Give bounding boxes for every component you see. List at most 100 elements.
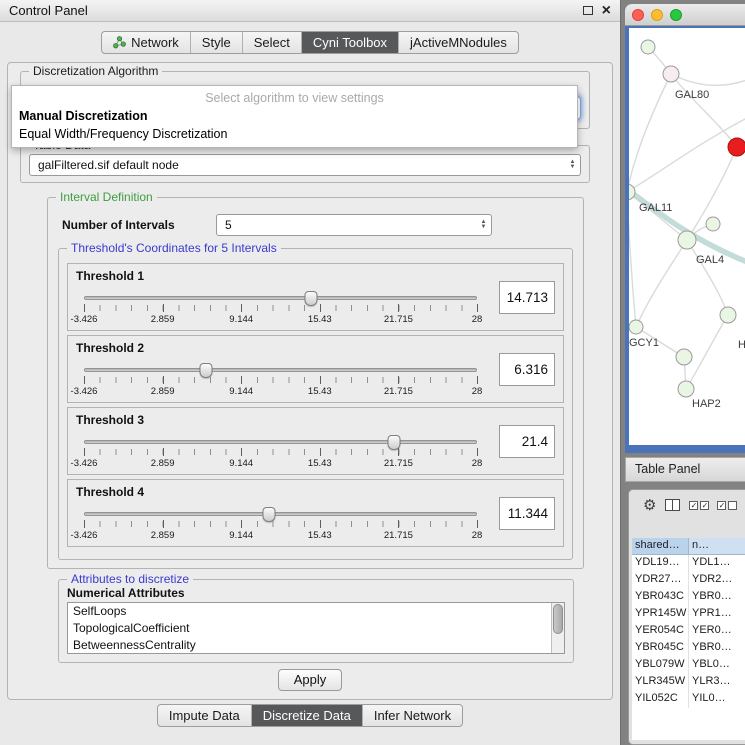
table-panel-title: Table Panel — [635, 462, 700, 476]
dropdown-prompt: Select algorithm to view settings — [12, 88, 577, 107]
mac-minimize-icon[interactable] — [651, 9, 663, 21]
threshold-label: Threshold 4 — [76, 485, 144, 499]
table-row[interactable]: YPR145WYPR1… — [632, 606, 745, 623]
table-toolbar: ⚙ ✓ ✓ ✓ — [629, 490, 745, 520]
tab-jactivemnodules[interactable]: jActiveMNodules — [399, 32, 518, 53]
tab-label: Cyni Toolbox — [313, 35, 387, 50]
table-row[interactable]: YIL052CYIL0… — [632, 691, 745, 708]
number-of-intervals-combobox[interactable]: 5 ▲▼ — [216, 214, 492, 236]
slider-track — [84, 512, 477, 516]
threshold-2-panel: Threshold 2 6.316 -3.426 2.859 9.144 15.… — [67, 335, 564, 403]
tab-label: Impute Data — [169, 708, 240, 723]
network-graph: GAL80 GAL11 GAL4 GCY1 HAP2 H — [629, 28, 745, 445]
slider-track — [84, 368, 477, 372]
tab-infer-network[interactable]: Infer Network — [363, 705, 462, 726]
network-view-window: GAL80 GAL11 GAL4 GCY1 HAP2 H — [625, 4, 745, 453]
number-of-intervals-value: 5 — [217, 218, 476, 232]
tab-network[interactable]: Network — [102, 32, 191, 53]
threshold-slider[interactable]: -3.426 2.859 9.144 15.43 21.715 28 — [84, 507, 477, 543]
slider-thumb[interactable] — [304, 291, 317, 306]
checkbox-checked-icon[interactable]: ✓ — [689, 501, 698, 510]
number-of-intervals-label: Number of Intervals — [62, 218, 175, 232]
table-row[interactable]: YDL19…YDL1… — [632, 555, 745, 572]
svg-text:GCY1: GCY1 — [629, 337, 659, 349]
thick-edge — [629, 186, 745, 262]
float-window-icon[interactable] — [583, 6, 593, 15]
dropdown-option-manual-discretization[interactable]: Manual Discretization — [12, 107, 577, 125]
svg-text:GAL4: GAL4 — [696, 254, 724, 266]
checkbox-empty-icon[interactable] — [728, 501, 737, 510]
table-panel-window: ⚙ ✓ ✓ ✓ shared… n… YDL19…YDL1… YDR27…YDR… — [628, 489, 745, 745]
list-scrollbar[interactable] — [551, 603, 564, 653]
slider-thumb[interactable] — [262, 507, 275, 522]
columns-icon[interactable] — [665, 499, 680, 511]
tab-discretize-data[interactable]: Discretize Data — [252, 705, 363, 726]
mac-zoom-icon[interactable] — [670, 9, 682, 21]
slider-track — [84, 296, 477, 300]
table-row[interactable]: YBR043CYBR0… — [632, 589, 745, 606]
thresholds-coordinates-group: Threshold's Coordinates for 5 Intervals … — [58, 248, 573, 560]
table-panel-titlebar[interactable]: Table Panel — [625, 457, 745, 482]
dropdown-option-equal-width-frequency[interactable]: Equal Width/Frequency Discretization — [12, 125, 577, 143]
slider-thumb[interactable] — [199, 363, 212, 378]
attributes-to-discretize-group: Attributes to discretize Numerical Attri… — [58, 579, 574, 663]
checkbox-checked-icon[interactable]: ✓ — [700, 501, 709, 510]
scrollbar-thumb[interactable] — [553, 604, 563, 634]
slider-scale-labels: -3.426 2.859 9.144 15.43 21.715 28 — [84, 386, 477, 397]
slider-scale-labels: -3.426 2.859 9.144 15.43 21.715 28 — [84, 314, 477, 325]
threshold-value-field[interactable]: 11.344 — [499, 497, 555, 530]
slider-ticks — [84, 305, 477, 311]
threshold-label: Threshold 3 — [76, 413, 144, 427]
table-data-combobox[interactable]: galFiltered.sif default node ▲▼ — [29, 154, 581, 176]
apply-button[interactable]: Apply — [278, 669, 342, 691]
group-title: Interval Definition — [56, 190, 157, 204]
tab-label: Style — [202, 35, 231, 50]
table-row[interactable]: YDR27…YDR2… — [632, 572, 745, 589]
group-title: Attributes to discretize — [67, 572, 193, 586]
tab-label: jActiveMNodules — [410, 35, 507, 50]
table-row[interactable]: YBL079WYBL0… — [632, 657, 745, 674]
table-row[interactable]: YER054CYER0… — [632, 623, 745, 640]
threshold-slider[interactable]: -3.426 2.859 9.144 15.43 21.715 28 — [84, 291, 477, 327]
panel-title: Control Panel — [9, 3, 88, 18]
algorithm-dropdown-list: Select algorithm to view settings Manual… — [11, 85, 578, 148]
list-item[interactable]: BetweennessCentrality — [68, 637, 564, 654]
numerical-attributes-label: Numerical Attributes — [67, 586, 185, 600]
tab-style[interactable]: Style — [191, 32, 243, 53]
table-row[interactable]: YBR045CYBR0… — [632, 640, 745, 657]
tab-select[interactable]: Select — [243, 32, 302, 53]
threshold-slider[interactable]: -3.426 2.859 9.144 15.43 21.715 28 — [84, 435, 477, 471]
mac-close-icon[interactable] — [632, 9, 644, 21]
threshold-value-field[interactable]: 21.4 — [499, 425, 555, 458]
control-panel: Control Panel × Network Style Select — [0, 0, 621, 745]
checkbox-checked-icon[interactable]: ✓ — [717, 501, 726, 510]
column-header-shared-name[interactable]: shared… — [632, 538, 689, 555]
tab-label: Infer Network — [374, 708, 451, 723]
slider-scale-labels: -3.426 2.859 9.144 15.43 21.715 28 — [84, 530, 477, 541]
threshold-value-field[interactable]: 14.713 — [499, 281, 555, 314]
threshold-value-field[interactable]: 6.316 — [499, 353, 555, 386]
tab-cyni-toolbox[interactable]: Cyni Toolbox — [302, 32, 399, 53]
column-select-icons[interactable]: ✓ ✓ ✓ — [689, 501, 737, 510]
table-row[interactable]: YLR345WYLR3… — [632, 674, 745, 691]
network-icon — [113, 36, 126, 49]
list-item[interactable]: SelfLoops — [68, 603, 564, 620]
top-tab-strip: Network Style Select Cyni Toolbox jActiv… — [0, 31, 620, 54]
network-canvas[interactable]: GAL80 GAL11 GAL4 GCY1 HAP2 H — [629, 28, 745, 445]
list-item[interactable]: TopologicalCoefficient — [68, 620, 564, 637]
interval-definition-group: Interval Definition Number of Intervals … — [47, 197, 584, 569]
column-header-name[interactable]: n… — [689, 538, 745, 555]
slider-ticks — [84, 449, 477, 455]
slider-scale-labels: -3.426 2.859 9.144 15.43 21.715 28 — [84, 458, 477, 469]
slider-track — [84, 440, 477, 444]
table-header-row: shared… n… — [632, 538, 745, 555]
svg-text:H: H — [738, 339, 745, 351]
close-icon[interactable]: × — [602, 4, 611, 18]
threshold-1-panel: Threshold 1 14.713 -3.426 2.859 9.144 15… — [67, 263, 564, 331]
threshold-slider[interactable]: -3.426 2.859 9.144 15.43 21.715 28 — [84, 363, 477, 399]
group-title: Threshold's Coordinates for 5 Intervals — [67, 241, 281, 255]
selected-red-node[interactable] — [728, 138, 745, 156]
gear-icon[interactable]: ⚙ — [643, 498, 656, 513]
node-label: GAL80 — [675, 89, 709, 101]
tab-impute-data[interactable]: Impute Data — [158, 705, 252, 726]
